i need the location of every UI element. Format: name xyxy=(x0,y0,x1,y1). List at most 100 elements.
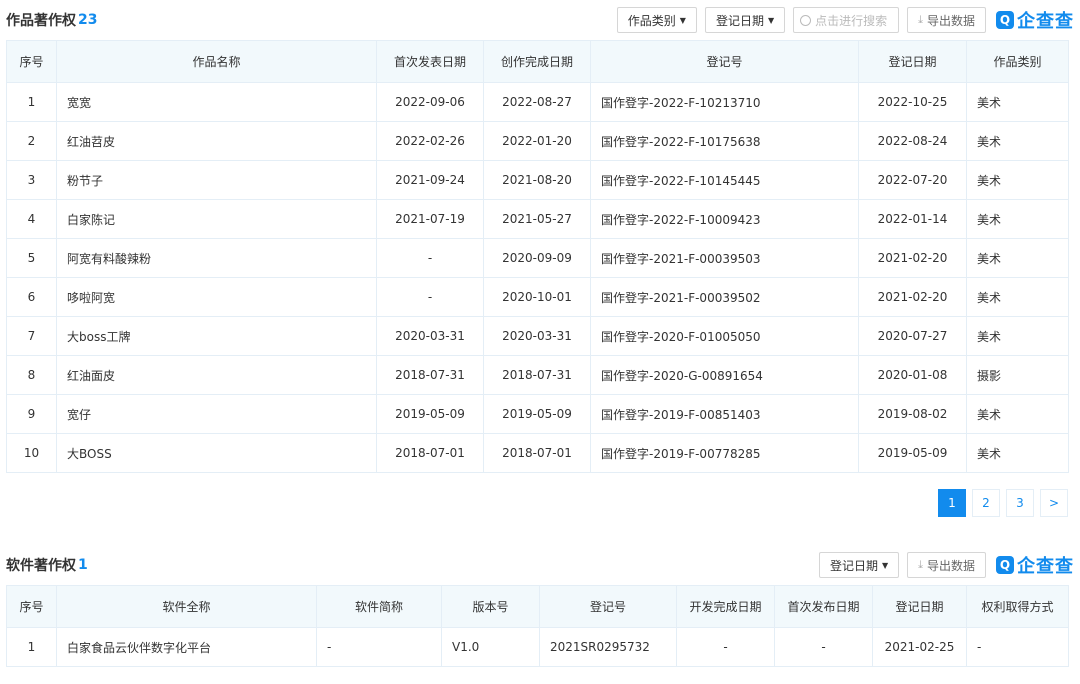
table-cell: 2019-05-09 xyxy=(858,433,967,473)
page-button[interactable]: 2 xyxy=(972,489,1000,517)
works-search-input[interactable]: 点击进行搜索 xyxy=(793,7,900,33)
table-cell: 2019-08-02 xyxy=(858,394,967,434)
table-cell: 国作登字-2022-F-10175638 xyxy=(590,121,859,161)
table-cell: 2021-07-19 xyxy=(376,199,484,239)
works-table: 序号 作品名称 首次发表日期 创作完成日期 登记号 登记日期 作品类别 1 宽宽 2022-09… xyxy=(6,40,1069,473)
table-cell: 3 xyxy=(6,160,57,200)
works-title: 作品著作权 xyxy=(6,13,76,29)
table-cell: 白家陈记 xyxy=(56,199,377,239)
table-cell: 2022-09-06 xyxy=(376,82,484,122)
table-cell: 2021-02-20 xyxy=(858,277,967,317)
table-row[interactable]: 1 宽宽 2022-09-06 2022-08-27 国作登字-2022-F-10213… xyxy=(6,82,1069,122)
table-row[interactable]: 4 白家陈记 2021-07-19 2021-05-27 国作登字-2022-F-100… xyxy=(6,199,1069,239)
download-icon: ⤓ xyxy=(918,13,923,26)
table-cell: 美术 xyxy=(966,121,1069,161)
works-toolbar: 作品类别 ▼ 登记日期 ▼ 点击进行搜索 ⤓ 导出数据 Q 企查查 xyxy=(616,7,1074,33)
table-cell: 9 xyxy=(6,394,57,434)
table-row[interactable]: 9 宽仔 2019-05-09 2019-05-09 国作登字-2019-F-00851… xyxy=(6,394,1069,434)
table-row[interactable]: 1 白家食品云伙伴数字化平台 - V1.0 2021SR0295732- -2021-02… xyxy=(6,627,1069,667)
table-cell: 美术 xyxy=(966,394,1069,434)
software-column-header: 开发完成日期 xyxy=(676,585,775,628)
software-column-header: 版本号 xyxy=(441,585,540,628)
software-table-body: 1 白家食品云伙伴数字化平台 - V1.0 2021SR0295732- -2021-02… xyxy=(6,627,1069,667)
table-cell: - xyxy=(966,627,1069,667)
table-cell: 2021-09-24 xyxy=(376,160,484,200)
works-count: 23 xyxy=(78,12,98,28)
table-cell: 白家食品云伙伴数字化平台 xyxy=(56,627,317,667)
works-category-filter-label: 作品类别 xyxy=(627,13,676,28)
table-cell: 国作登字-2022-F-10009423 xyxy=(590,199,859,239)
table-row[interactable]: 3 粉节子 2021-09-24 2021-08-20 国作登字-2022-F-1014… xyxy=(6,160,1069,200)
software-copyright-section: 软件著作权 1 登记日期 ▼ ⤓ 导出数据 Q 企查查 序号 软件全称 软件简称 版本… xyxy=(0,545,1080,667)
table-cell: 2 xyxy=(6,121,57,161)
table-cell: 2019-05-09 xyxy=(483,394,591,434)
table-cell: - xyxy=(376,277,484,317)
table-cell: 5 xyxy=(6,238,57,278)
table-cell: 2022-10-25 xyxy=(858,82,967,122)
table-row[interactable]: 2 红油苕皮 2022-02-26 2022-01-20 国作登字-2022-F-101… xyxy=(6,121,1069,161)
table-cell: 国作登字-2019-F-00851403 xyxy=(590,394,859,434)
page-button[interactable]: 1 xyxy=(938,489,966,517)
software-toolbar: 登记日期 ▼ ⤓ 导出数据 Q 企查查 xyxy=(818,552,1074,578)
table-cell: 6 xyxy=(6,277,57,317)
table-cell: 阿宽有料酸辣粉 xyxy=(56,238,377,278)
table-cell: 2018-07-01 xyxy=(483,433,591,473)
works-table-body: 1 宽宽 2022-09-06 2022-08-27 国作登字-2022-F-10213… xyxy=(6,82,1069,473)
table-row[interactable]: 8 红油面皮 2018-07-31 2018-07-31 国作登字-2020-G-008… xyxy=(6,355,1069,395)
software-title: 软件著作权 xyxy=(6,558,76,574)
table-cell: 美术 xyxy=(966,316,1069,356)
table-row[interactable]: 5 阿宽有料酸辣粉 -2020-09-09 国作登字-2021-F-00039503 2… xyxy=(6,238,1069,278)
table-row[interactable]: 6 哆啦阿宽 -2020-10-01 国作登字-2021-F-00039502 2021… xyxy=(6,277,1069,317)
table-cell: 粉节子 xyxy=(56,160,377,200)
table-cell: 2022-01-20 xyxy=(483,121,591,161)
works-column-header: 作品类别 xyxy=(966,40,1069,83)
table-cell: 美术 xyxy=(966,199,1069,239)
table-cell: 2022-08-27 xyxy=(483,82,591,122)
table-cell: 美术 xyxy=(966,433,1069,473)
table-cell: 7 xyxy=(6,316,57,356)
chevron-down-icon: ▼ xyxy=(767,15,775,25)
software-column-header: 登记号 xyxy=(539,585,677,628)
works-export-label: 导出数据 xyxy=(926,13,975,28)
table-cell: 国作登字-2020-G-00891654 xyxy=(590,355,859,395)
table-cell: 2022-08-24 xyxy=(858,121,967,161)
table-cell: 2021-08-20 xyxy=(483,160,591,200)
qichacha-logo: Q 企查查 xyxy=(996,552,1074,578)
table-cell: - xyxy=(774,627,873,667)
works-date-filter[interactable]: 登记日期 ▼ xyxy=(704,7,786,33)
table-cell: 2020-03-31 xyxy=(376,316,484,356)
chevron-down-icon: ▼ xyxy=(679,15,686,25)
software-column-header: 首次发布日期 xyxy=(774,585,873,628)
table-cell: 2021-05-27 xyxy=(483,199,591,239)
table-cell: 2020-07-27 xyxy=(858,316,967,356)
table-cell: 大BOSS xyxy=(56,433,377,473)
works-column-header: 创作完成日期 xyxy=(483,40,591,83)
works-copyright-section: 作品著作权 23 作品类别 ▼ 登记日期 ▼ 点击进行搜索 ⤓ 导出数据 Q 企… xyxy=(0,0,1080,519)
table-cell: 1 xyxy=(6,627,57,667)
table-cell: 宽宽 xyxy=(56,82,377,122)
works-header: 作品著作权 23 作品类别 ▼ 登记日期 ▼ 点击进行搜索 ⤓ 导出数据 Q 企… xyxy=(0,0,1080,40)
table-cell: 国作登字-2020-F-01005050 xyxy=(590,316,859,356)
works-date-filter-label: 登记日期 xyxy=(715,13,764,28)
software-export-button[interactable]: ⤓ 导出数据 xyxy=(907,552,986,578)
software-date-filter[interactable]: 登记日期 ▼ xyxy=(818,552,900,578)
table-cell: 美术 xyxy=(966,82,1069,122)
works-category-filter[interactable]: 作品类别 ▼ xyxy=(616,7,697,33)
table-row[interactable]: 7 大boss工牌 2020-03-31 2020-03-31 国作登字-2020-F-… xyxy=(6,316,1069,356)
search-icon xyxy=(800,14,812,26)
table-cell: - xyxy=(676,627,775,667)
table-cell: 国作登字-2022-F-10145445 xyxy=(590,160,859,200)
next-page-button[interactable]: > xyxy=(1040,489,1068,517)
table-cell: 美术 xyxy=(966,238,1069,278)
table-cell: 2018-07-31 xyxy=(376,355,484,395)
table-cell: 2021-02-20 xyxy=(858,238,967,278)
table-cell: 2021-02-25 xyxy=(872,627,967,667)
page-button[interactable]: 3 xyxy=(1006,489,1034,517)
works-pagination: 1 2 3 > xyxy=(0,489,1068,519)
table-cell: 红油苕皮 xyxy=(56,121,377,161)
works-export-button[interactable]: ⤓ 导出数据 xyxy=(907,7,986,33)
works-column-header: 首次发表日期 xyxy=(376,40,484,83)
software-column-header: 软件全称 xyxy=(56,585,317,628)
table-cell: - xyxy=(376,238,484,278)
table-row[interactable]: 10 大BOSS 2018-07-01 2018-07-01 国作登字-2019-F-0… xyxy=(6,433,1069,473)
